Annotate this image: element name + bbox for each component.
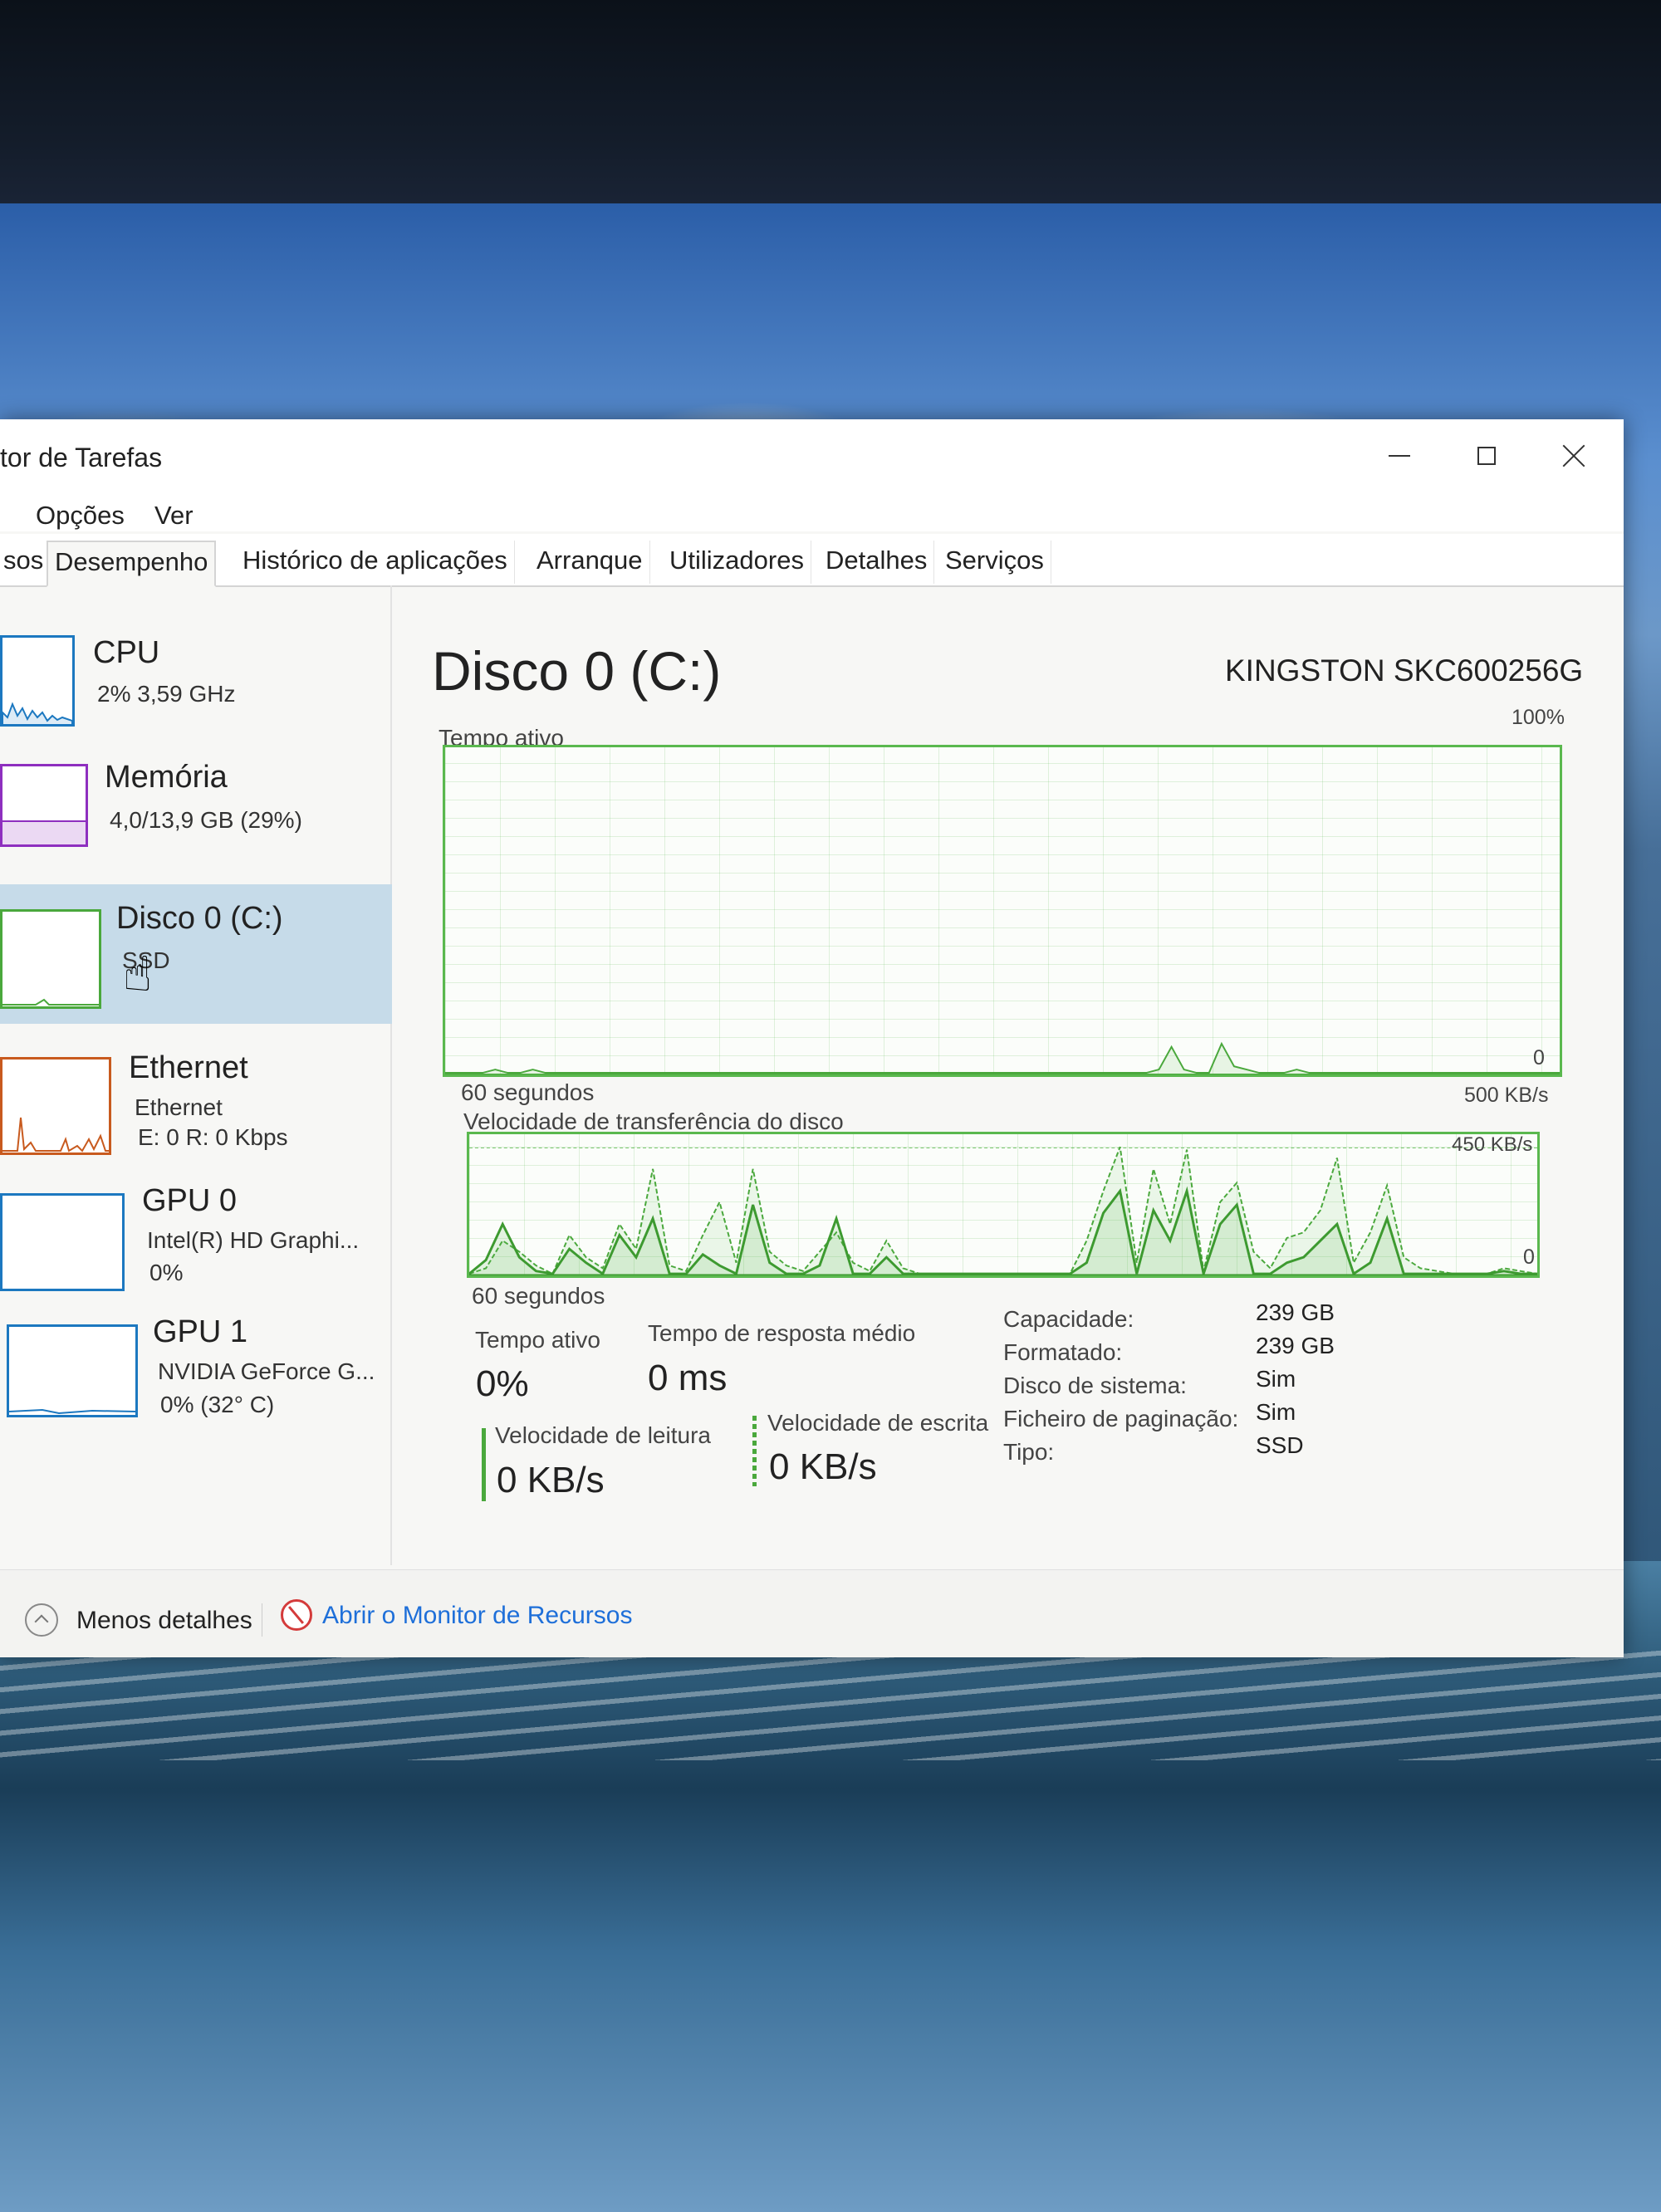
sidebar-item-title: Disco 0 (C:) [116, 901, 283, 936]
title-bar[interactable]: tor de Tarefas [0, 419, 1624, 494]
stat-active-time-value: 0% [476, 1363, 529, 1404]
tab-app-history[interactable]: Histórico de aplicações [236, 541, 515, 584]
sidebar-item-title: CPU [93, 635, 160, 670]
active-time-graph [445, 1041, 1560, 1074]
cpu-thumbnail-graph [2, 702, 72, 724]
stat-active-time-label: Tempo ativo [475, 1327, 600, 1353]
minimize-icon [1389, 455, 1410, 457]
ethernet-thumbnail [0, 1057, 111, 1155]
sidebar-item-title: GPU 1 [153, 1314, 248, 1349]
menu-bar: Opções Ver [0, 494, 1624, 531]
close-button[interactable] [1536, 431, 1611, 481]
tab-startup[interactable]: Arranque [530, 541, 650, 584]
tab-details[interactable]: Detalhes [819, 541, 935, 584]
disk-thumbnail-graph [2, 998, 99, 1006]
desktop-wallpaper-waves [0, 1644, 1661, 1760]
prop-formatted-label: Formatado: [1003, 1339, 1123, 1365]
sidebar-item-detail-2: 0% [149, 1260, 184, 1285]
transfer-rate-graph [469, 1146, 1537, 1275]
resource-monitor-link[interactable]: Abrir o Monitor de Recursos [322, 1602, 632, 1630]
monitor-bezel [0, 0, 1661, 208]
read-rate-legend-line [482, 1428, 486, 1501]
prop-type-label: Tipo: [1003, 1439, 1055, 1465]
active-time-max-label: 100% [1512, 706, 1565, 729]
sidebar-item-gpu1[interactable]: GPU 1 NVIDIA GeForce G... 0% (32° C) [0, 1308, 390, 1432]
tab-processes[interactable]: sos [0, 541, 51, 584]
prop-type-value: SSD [1256, 1432, 1304, 1458]
gpu1-thumbnail [7, 1324, 138, 1417]
tab-bar: sos Desempenho Histórico de aplicações A… [0, 534, 1624, 587]
prop-formatted-value: 239 GB [1256, 1333, 1335, 1358]
memory-usage-fill [2, 820, 86, 844]
ethernet-thumbnail-graph [2, 1117, 109, 1152]
window-title: tor de Tarefas [0, 443, 163, 472]
active-time-chart [443, 745, 1562, 1077]
chevron-up-icon[interactable] [25, 1603, 58, 1637]
transfer-min-label: 0 [1523, 1245, 1535, 1269]
transfer-duration-label: 60 segundos [472, 1283, 605, 1309]
sidebar-item-detail: 2% 3,59 GHz [97, 681, 236, 707]
tab-services[interactable]: Serviços [938, 541, 1051, 584]
hand-cursor-icon: ☝ [123, 947, 153, 1001]
sidebar-item-detail: Ethernet [135, 1094, 223, 1120]
sidebar-item-detail: 4,0/13,9 GB (29%) [110, 807, 302, 833]
cpu-thumbnail [0, 635, 75, 727]
tab-performance[interactable]: Desempenho [47, 541, 217, 587]
tab-users[interactable]: Utilizadores [663, 541, 811, 584]
transfer-reference-label: 450 KB/s [1452, 1133, 1533, 1156]
menu-options[interactable]: Opções [36, 501, 125, 531]
menu-view[interactable]: Ver [154, 501, 194, 531]
page-title: Disco 0 (C:) [432, 640, 722, 702]
active-time-duration-label: 60 segundos [461, 1079, 595, 1105]
minimize-button[interactable] [1362, 431, 1437, 481]
prop-page-file-value: Sim [1256, 1399, 1296, 1425]
memory-thumbnail [0, 764, 88, 847]
resource-sidebar: CPU 2% 3,59 GHz Memória 4,0/13,9 GB (29%… [0, 585, 392, 1565]
gpu0-thumbnail [0, 1193, 125, 1291]
sidebar-item-memory[interactable]: Memória 4,0/13,9 GB (29%) [0, 756, 390, 880]
sidebar-item-ethernet[interactable]: Ethernet Ethernet E: 0 R: 0 Kbps [0, 1034, 390, 1167]
stat-write-rate-label: Velocidade de escrita [767, 1410, 989, 1436]
transfer-rate-chart [467, 1132, 1540, 1278]
sidebar-item-title: GPU 0 [142, 1183, 238, 1218]
resource-monitor-icon[interactable] [281, 1599, 312, 1631]
stat-response-time-value: 0 ms [648, 1358, 728, 1398]
sidebar-item-title: Memória [105, 760, 228, 795]
stat-read-rate-value: 0 KB/s [497, 1460, 605, 1500]
active-time-min-label: 0 [1533, 1046, 1545, 1069]
active-time-line [445, 1041, 1560, 1074]
prop-capacity-label: Capacidade: [1003, 1306, 1134, 1332]
stat-read-rate-label: Velocidade de leitura [495, 1422, 711, 1448]
disk-thumbnail [0, 909, 101, 1009]
sidebar-item-gpu0[interactable]: GPU 0 Intel(R) HD Graphi... 0% [0, 1177, 390, 1309]
sidebar-item-cpu[interactable]: CPU 2% 3,59 GHz [0, 627, 390, 751]
less-details-button[interactable]: Menos detalhes [76, 1607, 252, 1635]
gpu1-thumbnail-graph [9, 1408, 135, 1415]
transfer-max-label: 500 KB/s [1464, 1084, 1549, 1107]
write-rate-legend-line [752, 1416, 757, 1486]
maximize-button[interactable] [1449, 431, 1524, 481]
disk-model: KINGSTON SKC600256G [1225, 653, 1584, 688]
sidebar-item-detail: NVIDIA GeForce G... [158, 1358, 375, 1384]
sidebar-item-detail: Intel(R) HD Graphi... [147, 1227, 360, 1253]
sidebar-item-detail-2: E: 0 R: 0 Kbps [138, 1124, 288, 1150]
maximize-icon [1477, 447, 1496, 465]
stat-write-rate-value: 0 KB/s [769, 1446, 877, 1487]
sidebar-item-detail-2: 0% (32° C) [160, 1392, 275, 1417]
prop-page-file-label: Ficheiro de paginação: [1003, 1406, 1239, 1431]
footer-bar: Menos detalhes Abrir o Monitor de Recurs… [0, 1569, 1624, 1657]
prop-system-disk-value: Sim [1256, 1366, 1296, 1392]
close-icon [1561, 443, 1586, 468]
prop-system-disk-label: Disco de sistema: [1003, 1373, 1187, 1398]
sidebar-item-disk[interactable]: Disco 0 (C:) SSD [0, 884, 392, 1024]
task-manager-window: tor de Tarefas Opções Ver sos Desempenho… [0, 419, 1624, 1657]
sidebar-item-title: Ethernet [129, 1050, 248, 1085]
stat-response-time-label: Tempo de resposta médio [648, 1320, 916, 1346]
prop-capacity-value: 239 GB [1256, 1299, 1335, 1325]
